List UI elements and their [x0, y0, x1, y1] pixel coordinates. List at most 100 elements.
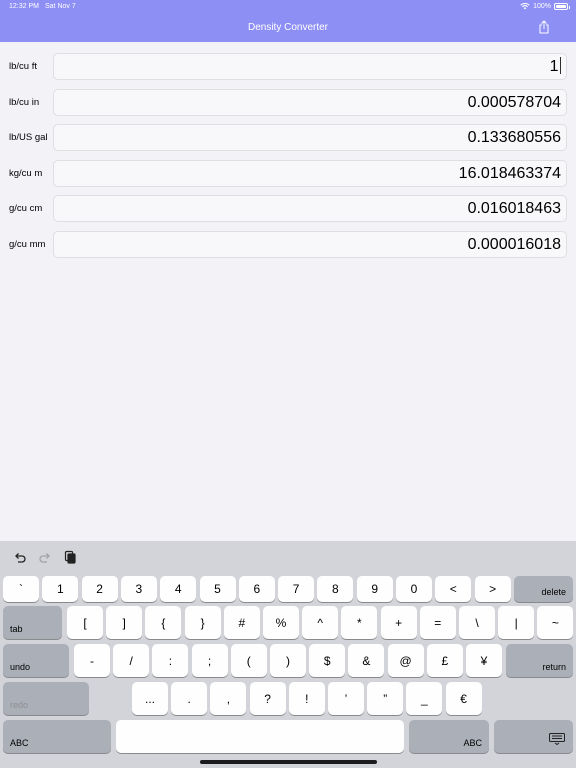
char-key[interactable]: / [113, 644, 150, 677]
char-key[interactable]: 4 [160, 576, 197, 602]
char-key[interactable]: £ [426, 644, 463, 677]
char-key[interactable]: < [435, 576, 472, 602]
char-key[interactable]: \ [459, 606, 495, 639]
share-button[interactable] [538, 20, 550, 34]
value-input-lb-us-gal[interactable]: 0.133680556 [53, 124, 567, 151]
char-key[interactable]: € [445, 682, 482, 715]
char-key[interactable]: $ [309, 644, 346, 677]
char-key[interactable]: 6 [238, 576, 275, 602]
char-key[interactable]: ” [367, 682, 404, 715]
value-input-g-cu-mm[interactable]: 0.000016018 [53, 231, 567, 258]
abc-key-right[interactable]: ABC [409, 720, 489, 753]
key-label: 4 [174, 582, 182, 596]
char-key[interactable]: 3 [120, 576, 157, 602]
char-key[interactable]: + [380, 606, 417, 639]
char-key[interactable]: 5 [199, 576, 236, 602]
key-label: 5 [214, 582, 221, 596]
char-key[interactable]: ] [106, 606, 143, 639]
key-label: ’ [344, 691, 348, 706]
key-label: * [357, 615, 362, 630]
char-key[interactable]: * [341, 606, 378, 639]
key-label: = [434, 615, 442, 630]
key-label: % [275, 615, 287, 630]
abc-key-left[interactable]: ABC [3, 720, 111, 753]
key-label: ( [246, 653, 251, 668]
value-input-kg-cu-m[interactable]: 16.018463374 [53, 160, 567, 187]
char-key[interactable]: ! [288, 682, 325, 715]
key-label: ! [305, 691, 309, 706]
key-label: ” [383, 691, 388, 706]
char-key[interactable]: 1 [42, 576, 79, 602]
char-key[interactable]: @ [387, 644, 424, 677]
key-label: ) [286, 653, 290, 668]
undo-label: undo [10, 662, 31, 672]
key-label: ? [264, 691, 271, 706]
delete-key[interactable]: delete [514, 576, 573, 602]
key-label: | [514, 615, 518, 630]
char-key[interactable]: _ [406, 682, 443, 715]
char-key[interactable]: ¥ [466, 644, 502, 677]
return-key[interactable]: return [506, 644, 573, 677]
key-label: $ [323, 653, 331, 668]
char-key[interactable]: ~ [537, 606, 574, 639]
char-key[interactable]: ; [191, 644, 228, 677]
char-key[interactable]: } [184, 606, 221, 639]
key-label: ^ [317, 615, 323, 630]
key-label: - [90, 653, 94, 668]
char-key[interactable]: ’ [328, 682, 364, 715]
space-key[interactable] [116, 720, 404, 753]
key-label: > [489, 582, 497, 596]
unit-label: g/cu mm [9, 239, 46, 250]
key-label: ~ [551, 615, 559, 630]
char-key[interactable]: ^ [302, 606, 339, 639]
char-key[interactable]: # [223, 606, 260, 639]
value-input-lb-cu-in[interactable]: 0.000578704 [53, 89, 567, 116]
value-text: 16.018463374 [458, 165, 561, 182]
share-icon [538, 20, 550, 38]
char-key[interactable]: = [419, 606, 456, 639]
char-key[interactable]: - [74, 644, 110, 677]
key-label: & [362, 653, 371, 668]
char-key[interactable]: ` [3, 576, 39, 602]
keyboard-dismiss-icon [549, 733, 565, 747]
redo-key[interactable]: redo [3, 682, 89, 715]
char-key[interactable]: [ [67, 606, 103, 639]
key-label: , [226, 691, 231, 706]
key-label: 7 [292, 582, 300, 596]
value-text: 0.133680556 [467, 129, 561, 146]
paste-icon [63, 550, 77, 568]
char-key[interactable]: | [498, 606, 535, 639]
text-cursor [559, 57, 561, 74]
char-key[interactable]: , [210, 682, 247, 715]
char-key[interactable]: > [474, 576, 511, 602]
char-key[interactable]: 8 [317, 576, 354, 602]
char-key[interactable]: { [145, 606, 182, 639]
unit-label: lb/cu ft [9, 61, 37, 72]
key-label: \ [475, 615, 479, 630]
char-key[interactable]: 9 [356, 576, 393, 602]
undo-button[interactable] [13, 550, 27, 564]
key-label: } [200, 615, 205, 630]
redo-button[interactable] [38, 550, 52, 564]
value-input-lb-cu-ft[interactable]: 1 [53, 53, 567, 80]
char-key[interactable]: 0 [396, 576, 432, 602]
char-key[interactable]: ) [270, 644, 306, 677]
char-key[interactable]: 7 [278, 576, 315, 602]
undo-icon [13, 551, 27, 568]
dismiss-keyboard-key[interactable] [494, 720, 573, 753]
char-key[interactable]: ? [249, 682, 286, 715]
undo-key[interactable]: undo [3, 644, 69, 677]
char-key[interactable]: ( [230, 644, 267, 677]
tab-key[interactable]: tab [3, 606, 62, 639]
char-key[interactable]: % [263, 606, 299, 639]
char-key[interactable]: & [348, 644, 385, 677]
char-key[interactable]: . [171, 682, 208, 715]
paste-button[interactable] [63, 550, 77, 564]
value-input-g-cu-cm[interactable]: 0.016018463 [53, 195, 567, 222]
unit-row-lb-us-gal: lb/US gal 0.133680556 [0, 124, 576, 151]
char-key[interactable]: 2 [81, 576, 118, 602]
key-label: € [460, 691, 467, 706]
key-label: : [168, 653, 173, 668]
char-key[interactable]: : [152, 644, 189, 677]
char-key[interactable]: ... [132, 682, 168, 715]
